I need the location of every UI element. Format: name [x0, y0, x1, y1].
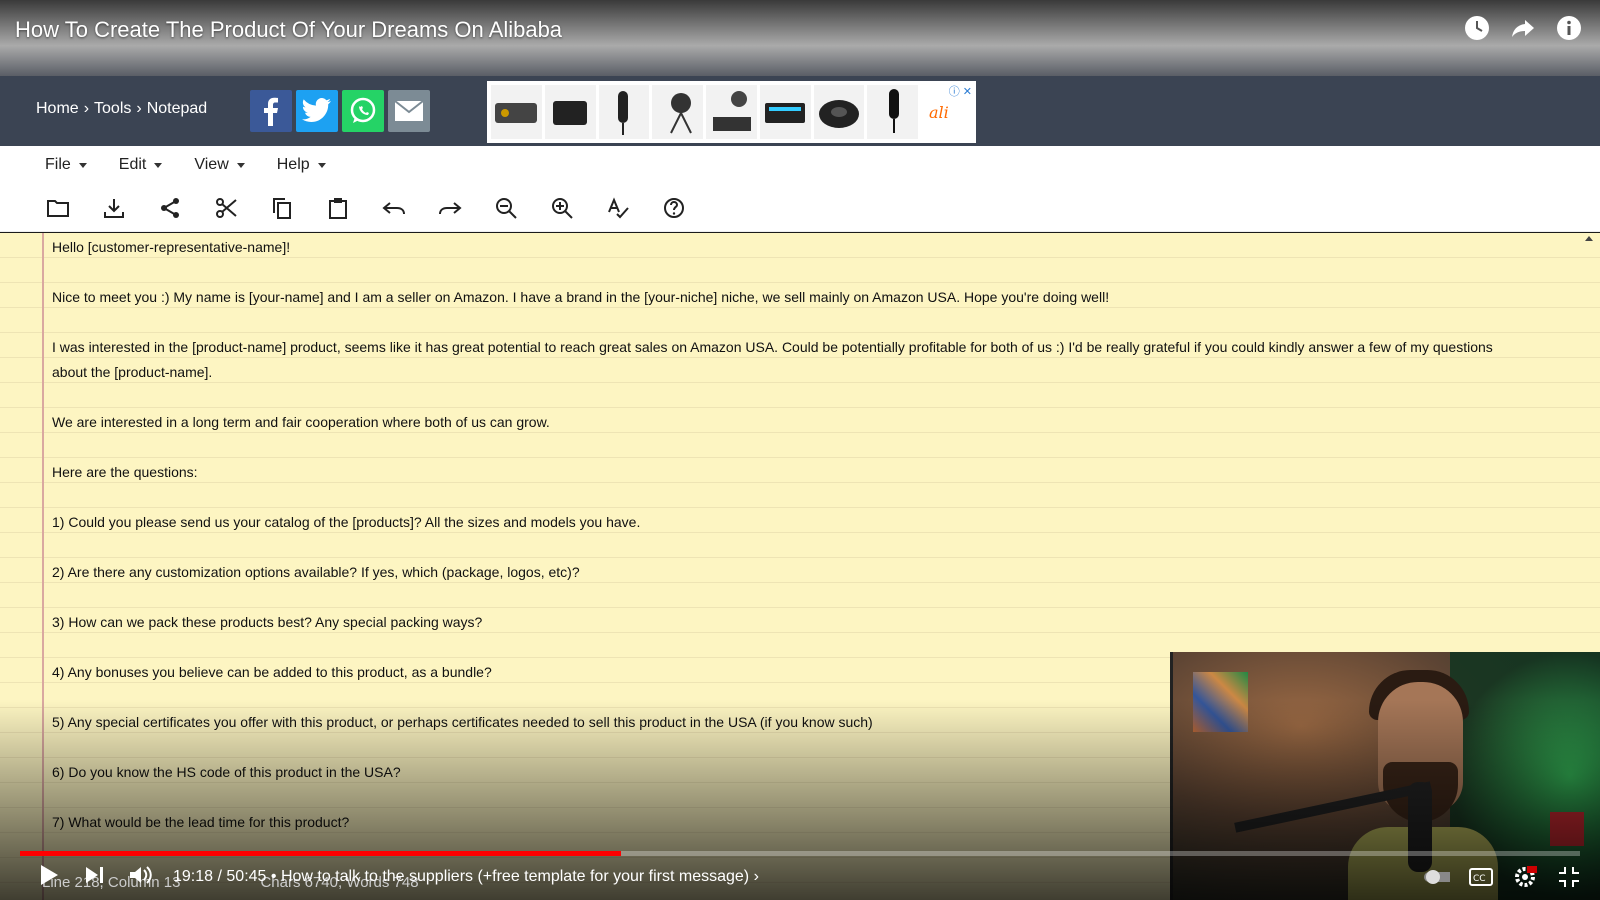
ad-product-image[interactable]: [813, 85, 865, 139]
toolbar: [0, 186, 1600, 232]
facebook-icon[interactable]: [250, 90, 292, 132]
notepad-line: We are interested in a long term and fai…: [52, 414, 550, 430]
breadcrumb-tools[interactable]: Tools: [94, 100, 131, 118]
info-icon[interactable]: [1556, 15, 1582, 41]
share-icon[interactable]: [157, 195, 183, 221]
chevron-down-icon: [154, 162, 163, 168]
chevron-right-icon[interactable]: ›: [754, 868, 759, 885]
exit-fullscreen-icon[interactable]: [1556, 864, 1582, 890]
notepad-line: Nice to meet you :) My name is [your-nam…: [52, 289, 1110, 305]
open-folder-icon[interactable]: [45, 195, 71, 221]
ad-product-image[interactable]: [867, 85, 919, 139]
chevron-down-icon: [78, 162, 87, 168]
menu-bar: File Edit View Help: [0, 146, 1600, 186]
breadcrumb-notepad[interactable]: Notepad: [147, 100, 208, 118]
ad-product-image[interactable]: [598, 85, 650, 139]
ad-close-icon[interactable]: ⓘ ✕: [949, 83, 972, 99]
autoplay-toggle-icon[interactable]: [1424, 864, 1450, 890]
breadcrumb-home[interactable]: Home: [36, 100, 79, 118]
notepad-line: 2) Are there any customization options a…: [52, 564, 580, 580]
undo-icon[interactable]: [381, 195, 407, 221]
ad-product-image[interactable]: [652, 85, 704, 139]
notepad-line: 1) Could you please send us your catalog…: [52, 514, 641, 530]
notepad-line: [52, 264, 1562, 289]
menu-help[interactable]: Help: [277, 156, 326, 174]
notepad-line: I was interested in the [product-name] p…: [52, 339, 1493, 355]
menu-file[interactable]: File: [45, 156, 87, 174]
menu-help-label: Help: [276, 156, 310, 173]
chapter-separator: •: [270, 868, 281, 885]
whatsapp-icon[interactable]: [342, 90, 384, 132]
next-icon[interactable]: [82, 862, 108, 888]
ad-product-image[interactable]: [759, 85, 811, 139]
menu-edit[interactable]: Edit: [119, 156, 163, 174]
notepad-line: Here are the questions:: [52, 464, 198, 480]
notepad-line: [52, 439, 1562, 464]
notepad-line: [52, 314, 1562, 339]
ad-product-image[interactable]: [544, 85, 596, 139]
svg-text:CC: CC: [1473, 874, 1486, 884]
notepad-line: [52, 489, 1562, 514]
breadcrumb-separator: ›: [136, 100, 142, 117]
paste-icon[interactable]: [325, 195, 351, 221]
time-display: 19:18 / 50:45 • How to talk to the suppl…: [173, 868, 759, 886]
notepad-line: 3) How can we pack these products best? …: [52, 614, 483, 630]
video-top-bar: How To Create The Product Of Your Dreams…: [0, 0, 1600, 76]
copy-icon[interactable]: [269, 195, 295, 221]
help-icon[interactable]: [661, 195, 687, 221]
notepad-line: about the [product-name].: [52, 364, 213, 380]
notepad-line: [52, 589, 1562, 614]
current-time: 19:18: [173, 868, 214, 885]
site-header: Home › Tools › Notepad ali ⓘ ✕: [0, 76, 1600, 146]
breadcrumb-separator: ›: [83, 100, 90, 117]
chapter-title[interactable]: How to talk to the suppliers (+free temp…: [281, 868, 749, 885]
cut-icon[interactable]: [213, 195, 239, 221]
notepad-line: [52, 539, 1562, 564]
volume-icon[interactable]: [128, 862, 154, 888]
svg-text:ali: ali: [929, 103, 949, 122]
menu-edit-label: Edit: [118, 156, 147, 173]
download-icon[interactable]: [101, 195, 127, 221]
total-time: 50:45: [226, 868, 267, 885]
zoom-in-icon[interactable]: [549, 195, 575, 221]
progress-bar[interactable]: [20, 851, 1580, 856]
ad-product-image[interactable]: [706, 85, 757, 139]
settings-icon[interactable]: [1512, 864, 1538, 890]
breadcrumb: Home › Tools › Notepad: [36, 100, 207, 118]
progress-played: [20, 851, 621, 856]
chevron-down-icon: [317, 162, 326, 168]
share-arrow-icon[interactable]: [1510, 15, 1536, 41]
captions-icon[interactable]: CC: [1468, 864, 1494, 890]
scroll-up-arrow-icon[interactable]: [1585, 236, 1593, 241]
menu-view-label: View: [194, 156, 229, 173]
email-icon[interactable]: [388, 90, 430, 132]
redo-icon[interactable]: [437, 195, 463, 221]
share-buttons: [250, 90, 430, 132]
twitter-icon[interactable]: [296, 90, 338, 132]
menu-view[interactable]: View: [194, 156, 245, 174]
video-title[interactable]: How To Create The Product Of Your Dreams…: [15, 17, 562, 43]
ad-product-image[interactable]: [491, 85, 542, 139]
clock-icon[interactable]: [1464, 15, 1490, 41]
notepad-line: [52, 389, 1562, 414]
chevron-down-icon: [236, 162, 245, 168]
menu-file-label: File: [45, 156, 71, 173]
zoom-out-icon[interactable]: [493, 195, 519, 221]
spellcheck-icon[interactable]: [605, 195, 631, 221]
notepad-line: Hello [customer-representative-name]!: [52, 239, 291, 255]
play-icon[interactable]: [36, 862, 62, 888]
advertisement-banner[interactable]: ali ⓘ ✕: [487, 81, 976, 143]
video-player[interactable]: How To Create The Product Of Your Dreams…: [0, 0, 1600, 900]
